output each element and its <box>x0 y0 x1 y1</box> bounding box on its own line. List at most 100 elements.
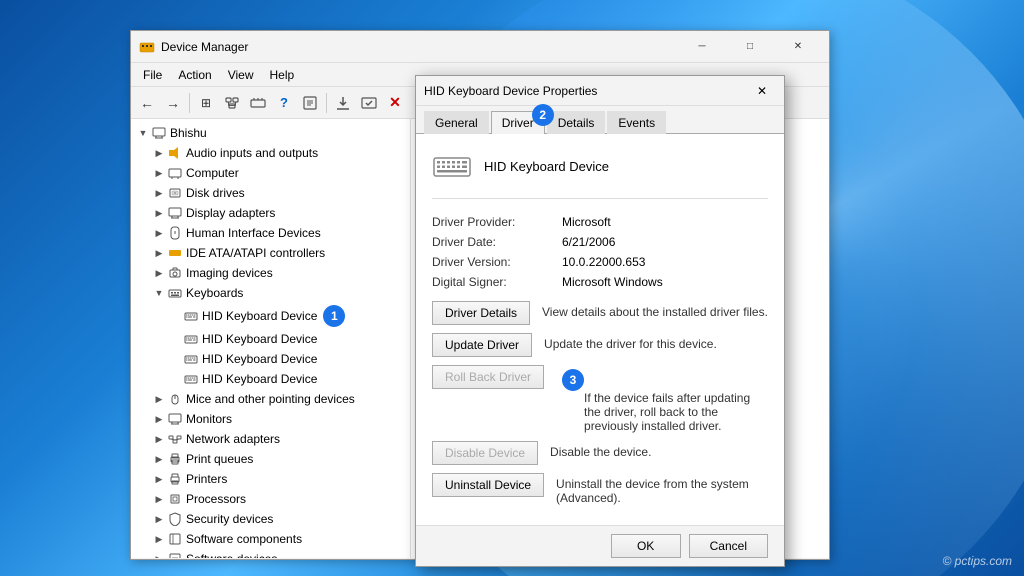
main-title-bar: Device Manager ─ □ ✕ <box>131 31 829 63</box>
driver-details-button[interactable]: Driver Details <box>432 301 530 325</box>
maximize-button[interactable]: □ <box>727 35 773 59</box>
device-header: HID Keyboard Device <box>432 146 768 199</box>
date-value: 6/21/2006 <box>562 235 615 249</box>
tree-item-mice[interactable]: ▶ Mice and other pointing devices <box>131 389 410 409</box>
tree-kbd4-label: HID Keyboard Device <box>202 372 317 386</box>
roll-back-button[interactable]: Roll Back Driver <box>432 365 544 389</box>
forward-button[interactable]: → <box>161 91 185 115</box>
update-driver-row: Update Driver Update the driver for this… <box>432 333 768 357</box>
hid-toggle: ▶ <box>151 225 167 241</box>
signer-label: Digital Signer: <box>432 275 562 289</box>
delete-button[interactable]: ✕ <box>383 91 407 115</box>
tree-mice-label: Mice and other pointing devices <box>186 392 355 406</box>
tree-item-kbd3[interactable]: ▶ HID Keyboard Device <box>131 349 410 369</box>
version-value: 10.0.22000.653 <box>562 255 645 269</box>
mice-icon <box>167 391 183 407</box>
scan-button[interactable] <box>357 91 381 115</box>
dialog-tabs: General Driver 2 Details Events <box>416 106 784 134</box>
tree-item-network[interactable]: ▶ Network adapters <box>131 429 410 449</box>
tree-display-label: Display adapters <box>186 206 275 220</box>
computer-icon <box>151 125 167 141</box>
close-button[interactable]: ✕ <box>775 35 821 59</box>
root-toggle: ▼ <box>135 125 151 141</box>
computer-toggle: ▶ <box>151 165 167 181</box>
update-driver-button[interactable]: Update Driver <box>432 333 532 357</box>
roll-back-desc: 3 If the device fails after updating the… <box>556 365 768 433</box>
tree-root[interactable]: ▼ Bhishu <box>131 123 410 143</box>
tree-item-imaging[interactable]: ▶ Imaging devices <box>131 263 410 283</box>
show-resources-button[interactable] <box>246 91 270 115</box>
tree-item-audio[interactable]: ▶ Audio inputs and outputs <box>131 143 410 163</box>
kbd3-icon <box>183 351 199 367</box>
tree-item-hid[interactable]: ▶ Human Interface Devices <box>131 223 410 243</box>
tree-item-print[interactable]: ▶ Print queues <box>131 449 410 469</box>
tree-security-label: Security devices <box>186 512 273 526</box>
tree-item-kbd1[interactable]: ▶ HID Keyboard Device 1 <box>131 303 410 329</box>
tree-item-monitors[interactable]: ▶ Monitors <box>131 409 410 429</box>
tree-root-label: Bhishu <box>170 126 207 140</box>
tree-audio-label: Audio inputs and outputs <box>186 146 318 160</box>
version-label: Driver Version: <box>432 255 562 269</box>
sw-components-icon <box>167 531 183 547</box>
tab-details[interactable]: Details <box>547 111 606 134</box>
roll-back-btn-wrapper: Roll Back Driver <box>432 365 544 389</box>
tree-item-kbd4[interactable]: ▶ HID Keyboard Device <box>131 369 410 389</box>
menu-view[interactable]: View <box>220 66 262 84</box>
cancel-button[interactable]: Cancel <box>689 534 768 558</box>
update-driver-desc: Update the driver for this device. <box>544 333 768 351</box>
tab-events[interactable]: Events <box>607 111 666 134</box>
tab-general[interactable]: General <box>424 111 489 134</box>
show-connection-button[interactable] <box>220 91 244 115</box>
menu-file[interactable]: File <box>135 66 170 84</box>
tree-item-kbd2[interactable]: ▶ HID Keyboard Device <box>131 329 410 349</box>
disable-device-button[interactable]: Disable Device <box>432 441 538 465</box>
update-driver-button[interactable] <box>331 91 355 115</box>
device-name: HID Keyboard Device <box>484 159 609 174</box>
tree-item-disk[interactable]: ▶ Disk drives <box>131 183 410 203</box>
badge-3: 3 <box>562 369 584 391</box>
tab-driver[interactable]: Driver 2 <box>491 111 545 134</box>
tree-item-display[interactable]: ▶ Display adapters <box>131 203 410 223</box>
tree-item-ide[interactable]: ▶ IDE ATA/ATAPI controllers <box>131 243 410 263</box>
date-row: Driver Date: 6/21/2006 <box>432 235 768 249</box>
tree-item-sw-devices[interactable]: ▶ Software devices <box>131 549 410 558</box>
tree-item-security[interactable]: ▶ Security devices <box>131 509 410 529</box>
properties-button[interactable] <box>298 91 322 115</box>
monitors-icon <box>167 411 183 427</box>
kbd1-icon <box>183 308 199 324</box>
display-toggle: ▶ <box>151 205 167 221</box>
tree-hid-label: Human Interface Devices <box>186 226 321 240</box>
tree-kbd3-label: HID Keyboard Device <box>202 352 317 366</box>
badge-1: 1 <box>323 305 345 327</box>
tree-item-processors[interactable]: ▶ Processors <box>131 489 410 509</box>
ok-button[interactable]: OK <box>611 534 681 558</box>
menu-help[interactable]: Help <box>262 66 303 84</box>
roll-back-row: Roll Back Driver 3 If the device fails a… <box>432 365 768 433</box>
driver-info-table: Driver Provider: Microsoft Driver Date: … <box>432 215 768 289</box>
sw-components-toggle: ▶ <box>151 531 167 547</box>
provider-value: Microsoft <box>562 215 611 229</box>
back-button[interactable]: ← <box>135 91 159 115</box>
toolbar-separator-1 <box>189 93 190 113</box>
tree-item-sw-components[interactable]: ▶ Software components <box>131 529 410 549</box>
tree-item-printers[interactable]: ▶ Printers <box>131 469 410 489</box>
dialog-title-bar: HID Keyboard Device Properties ✕ <box>416 76 784 106</box>
help-button[interactable]: ? <box>272 91 296 115</box>
tree-printers-label: Printers <box>186 472 227 486</box>
network-toggle: ▶ <box>151 431 167 447</box>
driver-details-desc: View details about the installed driver … <box>542 301 768 319</box>
uninstall-device-desc: Uninstall the device from the system (Ad… <box>556 473 768 505</box>
dialog-close-button[interactable]: ✕ <box>748 79 776 103</box>
disable-device-desc: Disable the device. <box>550 441 768 459</box>
menu-action[interactable]: Action <box>170 66 219 84</box>
watermark: © pctips.com <box>942 554 1012 568</box>
tree-item-computer[interactable]: ▶ Computer <box>131 163 410 183</box>
tree-sw-devices-label: Software devices <box>186 552 277 558</box>
imaging-icon <box>167 265 183 281</box>
minimize-button[interactable]: ─ <box>679 35 725 59</box>
show-hidden-button[interactable]: ⊞ <box>194 91 218 115</box>
tree-item-keyboards[interactable]: ▼ Keyboards <box>131 283 410 303</box>
device-large-icon <box>432 146 472 186</box>
uninstall-device-button[interactable]: Uninstall Device <box>432 473 544 497</box>
dialog-content: HID Keyboard Device Driver Provider: Mic… <box>416 134 784 525</box>
